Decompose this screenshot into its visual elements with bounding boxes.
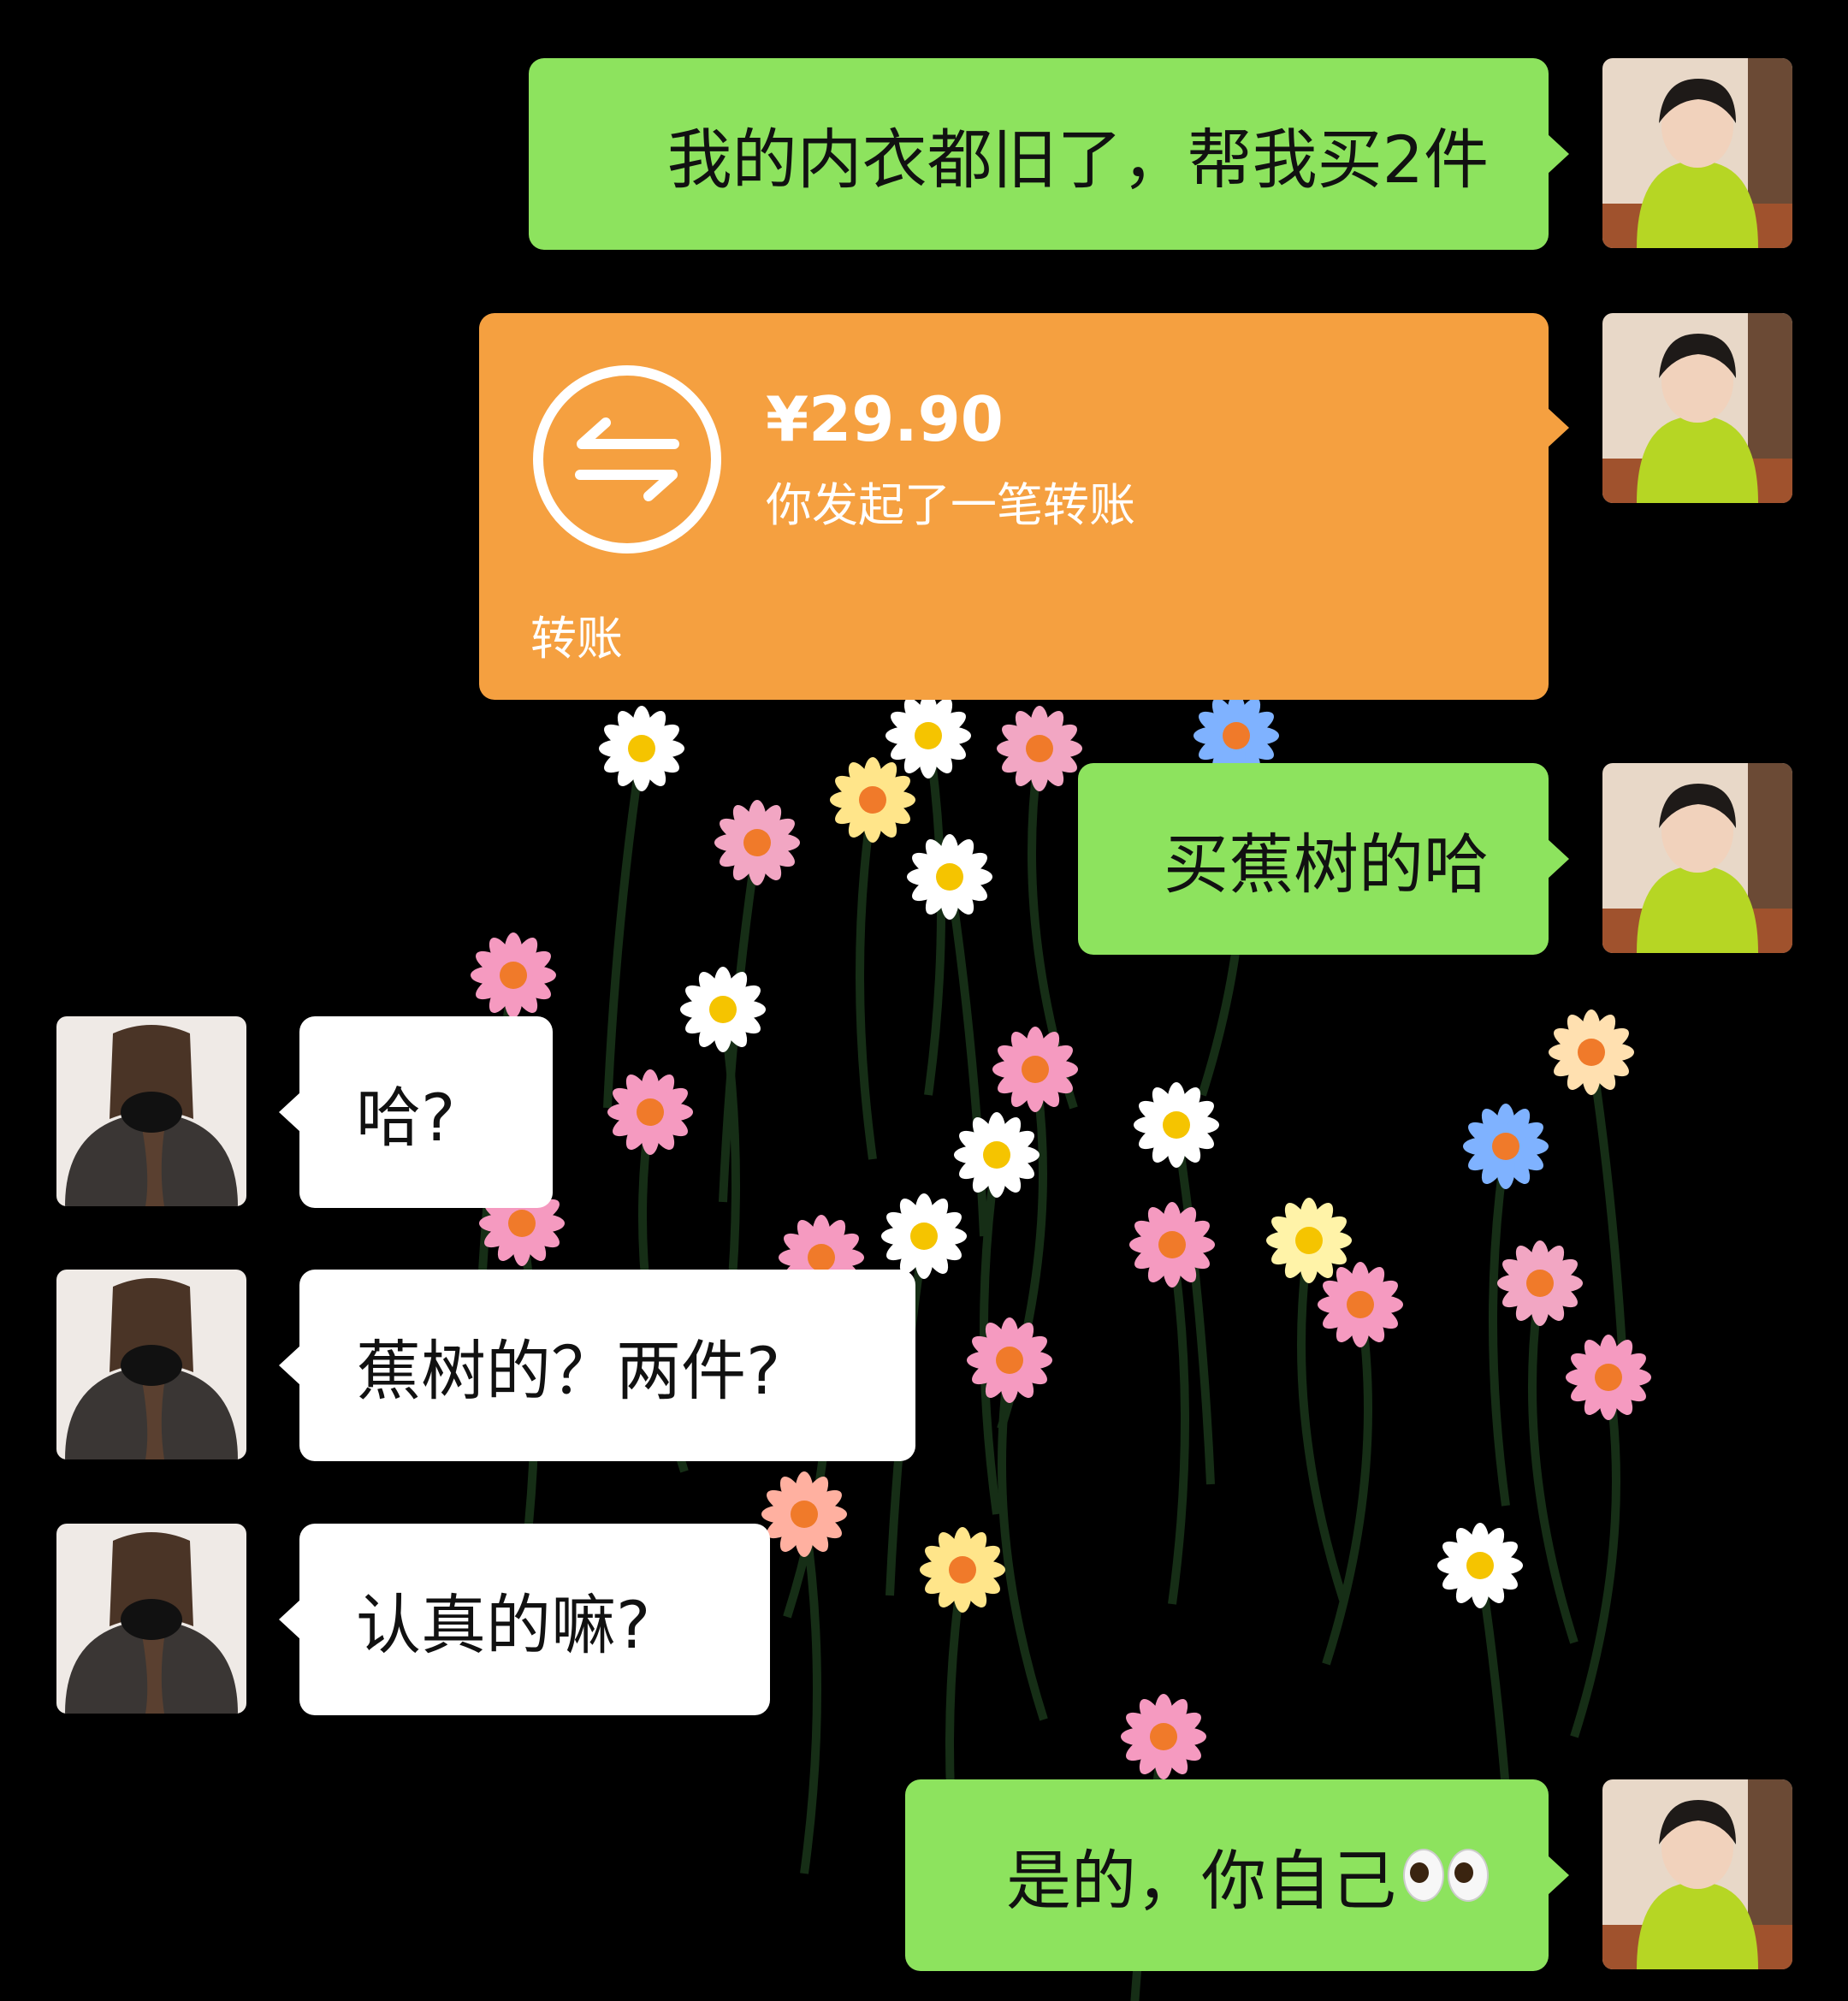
sent-message-bubble[interactable]: 是的，你自己 — [905, 1779, 1569, 1971]
eyes-emoji-icon — [1403, 1849, 1489, 1902]
transfer-amount: ¥29.90 — [766, 383, 1004, 455]
transfer-arrows-icon — [533, 365, 721, 554]
my-avatar[interactable] — [1602, 763, 1792, 953]
message-text: 买蕉树的哈 — [1164, 826, 1489, 903]
sent-message-bubble[interactable]: 我的内衣都旧了，帮我买2件 — [529, 58, 1569, 250]
message-text: 蕉树的？两件? — [356, 1333, 781, 1409]
received-message-bubble[interactable]: 认真的嘛? — [279, 1524, 770, 1715]
transfer-description: 你发起了一笔转账 — [766, 478, 1135, 532]
transfer-card[interactable]: ¥29.90 你发起了一笔转账 转账 — [479, 313, 1569, 700]
transfer-label: 转账 — [530, 612, 623, 666]
message-text: 哈? — [356, 1080, 456, 1156]
message-text: 认真的嘛? — [356, 1587, 651, 1663]
my-avatar[interactable] — [1602, 313, 1792, 503]
contact-avatar[interactable] — [56, 1016, 246, 1206]
received-message-bubble[interactable]: 哈? — [279, 1016, 553, 1208]
message-text: 我的内衣都旧了，帮我买2件 — [666, 121, 1489, 198]
flower-background-image — [471, 693, 1651, 2001]
my-avatar[interactable] — [1602, 1779, 1792, 1969]
message-text: 是的，你自己 — [1006, 1843, 1396, 1919]
my-avatar[interactable] — [1602, 58, 1792, 248]
sent-message-bubble[interactable]: 买蕉树的哈 — [1078, 763, 1569, 955]
contact-avatar[interactable] — [56, 1270, 246, 1459]
received-message-bubble[interactable]: 蕉树的？两件? — [279, 1270, 915, 1461]
contact-avatar[interactable] — [56, 1524, 246, 1714]
